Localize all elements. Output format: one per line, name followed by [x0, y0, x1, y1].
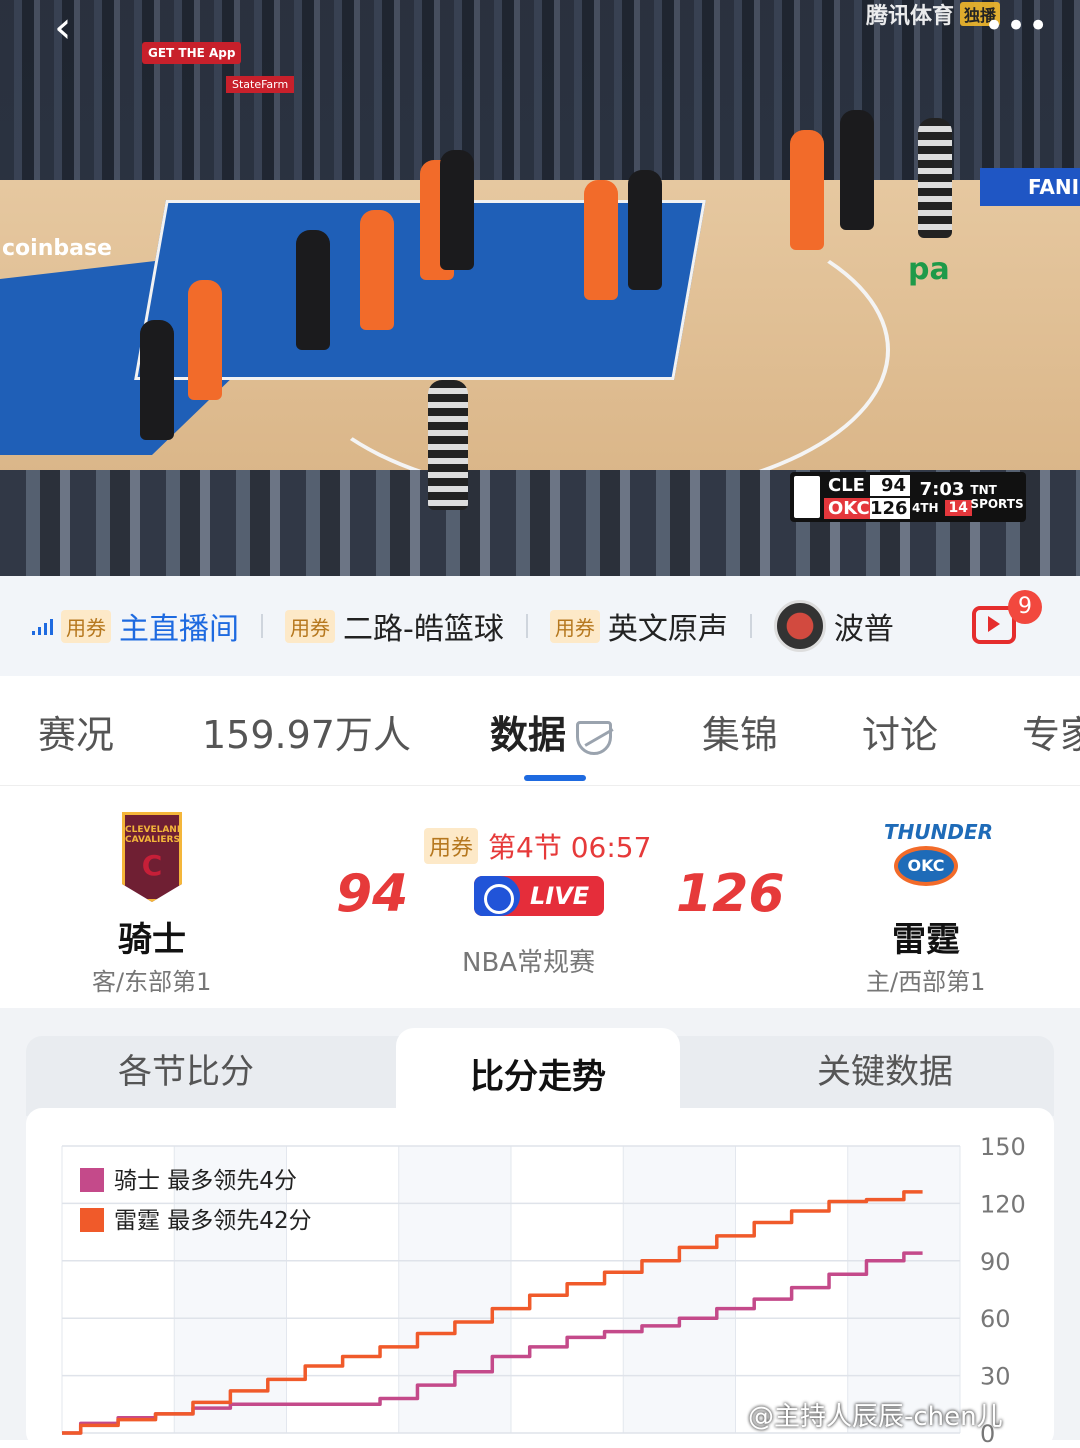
bug-away-abbr: CLE	[828, 475, 865, 496]
y-tick-label: 150	[980, 1133, 1026, 1161]
brand-name: 腾讯体育	[866, 4, 955, 29]
player	[840, 110, 874, 230]
live-label: LIVE	[530, 882, 590, 910]
bug-period: 4TH	[911, 500, 939, 515]
period-clock: 第4节 06:57	[488, 831, 652, 864]
coupon-badge: 用券	[424, 828, 479, 864]
player	[628, 170, 662, 290]
shield-icon	[576, 720, 613, 755]
live-badge[interactable]: LIVE	[474, 876, 604, 916]
legend-swatch	[80, 1168, 104, 1192]
tv-count-badge: 9	[1008, 590, 1042, 624]
home-score: 126	[676, 864, 785, 924]
logo-ball: OKC	[894, 846, 958, 886]
bug-away-score: 94	[870, 475, 910, 496]
legend-label: 骑士 最多领先4分	[114, 1168, 297, 1194]
away-score: 94	[336, 864, 409, 924]
source-english[interactable]: 用券 英文原声	[549, 604, 728, 648]
home-team-rank: 主/西部第1	[866, 968, 986, 996]
coupon-badge: 用券	[61, 609, 111, 643]
tab-viewers[interactable]: 159.97万人	[202, 704, 411, 759]
score-bug: CLE 94 OKC 126 7:03 4TH 14 TNT SPORTS	[790, 472, 1026, 522]
broadcaster-logo: 腾讯体育 独播	[866, 0, 1001, 29]
watermark: @主持人辰辰-chen儿	[748, 1402, 1003, 1432]
divider	[261, 614, 263, 638]
signal-icon	[32, 617, 53, 635]
arena-sign: FANI	[980, 168, 1080, 206]
tab-label: 数据	[490, 713, 567, 757]
avatar	[773, 600, 826, 652]
tab-data[interactable]: 数据	[490, 704, 613, 759]
thunder-logo-icon[interactable]: THUNDER OKC	[884, 820, 994, 898]
cavaliers-logo-icon[interactable]: CLEVELAND CAVALIERS C	[122, 812, 182, 902]
player	[360, 210, 394, 330]
tab-overview[interactable]: 赛况	[38, 704, 114, 759]
home-team-name[interactable]: 雷霆	[892, 912, 960, 961]
network-logo: TNT SPORTS	[970, 483, 1024, 511]
league-name: NBA常规赛	[462, 948, 596, 978]
source-label: 二路-皓篮球	[343, 612, 504, 647]
player	[790, 130, 824, 250]
tab-highlights[interactable]: 集锦	[702, 704, 778, 759]
tab-experts[interactable]: 专家	[1022, 704, 1080, 759]
source-label: 主直播间	[119, 612, 239, 647]
grid-band	[847, 1146, 960, 1433]
bug-timeouts: 14	[944, 499, 973, 516]
back-icon[interactable]: ‹	[54, 6, 94, 50]
tab-discussion[interactable]: 讨论	[862, 704, 938, 759]
divider	[749, 614, 752, 638]
player	[584, 180, 618, 300]
y-tick-label: 120	[980, 1190, 1026, 1218]
tab-quarter-scores[interactable]: 各节比分	[26, 1028, 346, 1108]
bug-clock: 7:03	[919, 478, 965, 500]
grid-band	[623, 1146, 736, 1433]
coupon-badge: 用券	[549, 609, 600, 643]
more-icon[interactable]: •••	[984, 6, 1050, 46]
arena-sign: GET THE App	[142, 42, 242, 64]
bug-home-score: 126	[870, 498, 910, 519]
y-tick-label: 60	[980, 1305, 1011, 1333]
source-bopu[interactable]: 波普	[773, 600, 894, 652]
legend-swatch	[80, 1208, 104, 1232]
player	[188, 280, 222, 400]
arena-sign: coinbase	[2, 236, 112, 261]
main-tabs: 赛况 159.97万人 数据 集锦 讨论 专家	[0, 676, 1080, 786]
match-scoreboard: CLEVELAND CAVALIERS C 骑士 客/东部第1 用券 第4节 0…	[0, 786, 1080, 1008]
source-label: 波普	[833, 612, 894, 647]
source-label: 英文原声	[607, 612, 728, 647]
globe-icon	[474, 876, 520, 916]
grid-band	[398, 1146, 511, 1433]
match-status: 用券 第4节 06:57	[424, 826, 651, 866]
nba-logo-icon	[794, 476, 820, 518]
stream-source-bar: 用券 主直播间 用券 二路-皓篮球 用券 英文原声 波普	[0, 576, 1080, 676]
legend-label: 雷霆 最多领先42分	[114, 1208, 312, 1234]
arena-sign: StateFarm	[226, 76, 295, 93]
y-tick-label: 90	[980, 1248, 1011, 1276]
score-trend-section: 各节比分 比分走势 关键数据 0 30 60 90 120 150 骑士 最多领先4分 雷霆 …	[0, 1008, 1080, 1448]
divider	[525, 614, 528, 638]
video-player[interactable]: GET THE App StateFarm coinbase FANI pa ‹…	[0, 0, 1080, 576]
player	[440, 150, 474, 270]
coupon-badge: 用券	[285, 609, 335, 643]
arena-sign: pa	[908, 252, 950, 287]
player	[140, 320, 174, 440]
logo-letter: C	[141, 849, 163, 882]
tab-score-trend[interactable]: 比分走势	[396, 1028, 680, 1118]
bug-home-abbr: OKC	[824, 498, 870, 519]
logo-text: CLEVELAND CAVALIERS	[125, 825, 185, 845]
away-team-name[interactable]: 骑士	[118, 912, 186, 961]
player	[296, 230, 330, 350]
active-tab-indicator	[524, 775, 586, 781]
source-second[interactable]: 用券 二路-皓篮球	[285, 604, 504, 648]
away-team-rank: 客/东部第1	[92, 968, 212, 996]
source-main[interactable]: 用券 主直播间	[32, 604, 239, 648]
tab-key-stats[interactable]: 关键数据	[730, 1028, 1040, 1108]
logo-text: THUNDER	[884, 820, 994, 844]
y-tick-label: 30	[980, 1363, 1011, 1391]
referee	[918, 118, 952, 238]
referee	[428, 380, 468, 510]
